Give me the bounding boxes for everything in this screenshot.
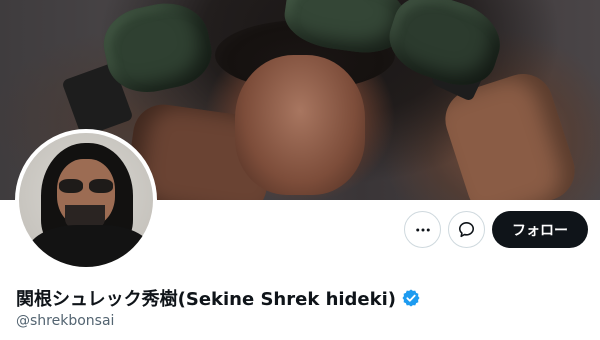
- message-button[interactable]: [448, 211, 485, 248]
- verified-badge-icon[interactable]: [401, 288, 421, 308]
- more-options-button[interactable]: [404, 211, 441, 248]
- display-name: 関根シュレック秀樹(Sekine Shrek hideki): [16, 289, 397, 310]
- profile-avatar[interactable]: [15, 129, 157, 271]
- profile-handle: @shrekbonsai: [16, 313, 115, 329]
- follow-button[interactable]: フォロー: [492, 211, 588, 248]
- message-bubble-icon: [458, 221, 475, 238]
- profile-name-row: 関根シュレック秀樹(Sekine Shrek hideki): [16, 285, 421, 311]
- more-horizontal-icon: [415, 228, 430, 231]
